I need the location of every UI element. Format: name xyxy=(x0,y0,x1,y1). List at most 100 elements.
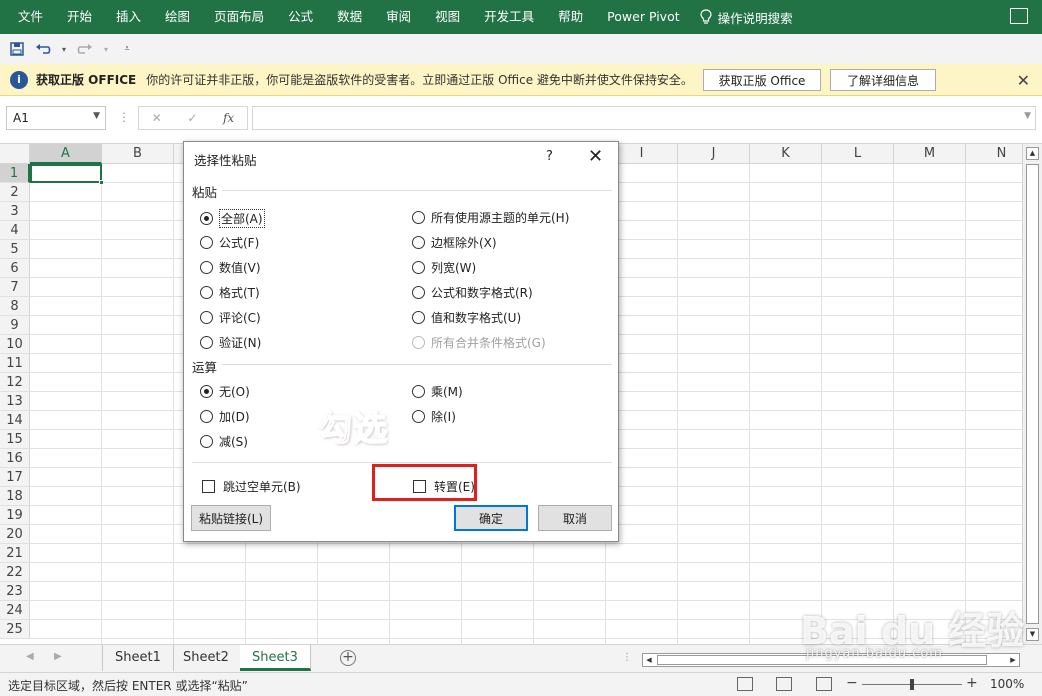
active-cell[interactable] xyxy=(30,164,104,185)
paste-link-button[interactable]: 粘贴链接(L) xyxy=(191,505,271,531)
menu-developer[interactable]: 开发工具 xyxy=(472,0,546,34)
scroll-left-icon[interactable]: ◀ xyxy=(643,654,655,666)
insert-function-icon[interactable]: fx xyxy=(223,111,234,125)
row-header[interactable]: 12 xyxy=(0,373,30,392)
ok-button[interactable]: 确定 xyxy=(454,505,528,531)
row-header[interactable]: 23 xyxy=(0,582,30,601)
redo-dropdown-icon[interactable]: ▾ xyxy=(102,40,110,58)
scroll-right-icon[interactable]: ▶ xyxy=(1007,654,1019,666)
row-header[interactable]: 9 xyxy=(0,316,30,335)
undo-dropdown-icon[interactable]: ▾ xyxy=(60,40,68,58)
learn-more-button[interactable]: 了解详细信息 xyxy=(830,69,936,91)
add-sheet-icon[interactable]: + xyxy=(340,650,356,666)
undo-icon[interactable] xyxy=(34,40,52,58)
row-header[interactable]: 20 xyxy=(0,525,30,544)
save-icon[interactable] xyxy=(8,40,26,58)
row-header[interactable]: 2 xyxy=(0,183,30,202)
radio[interactable] xyxy=(412,236,425,249)
row-header[interactable]: 6 xyxy=(0,259,30,278)
expand-formula-bar-icon[interactable]: ▼ xyxy=(1024,111,1031,121)
formula-input[interactable]: ▼ xyxy=(252,106,1036,130)
tab-scroll-left-icon[interactable]: ◀ xyxy=(26,651,34,662)
paste-option-formats[interactable]: 格式(T) xyxy=(200,284,260,301)
paste-option-comments[interactable]: 评论(C) xyxy=(200,309,261,326)
radio-selected[interactable] xyxy=(200,212,213,225)
menu-power-pivot[interactable]: Power Pivot xyxy=(595,0,691,34)
operation-none[interactable]: 无(O) xyxy=(200,383,250,400)
formula-bar-splitter-icon[interactable]: ⋮ xyxy=(118,110,130,124)
row-header[interactable]: 3 xyxy=(0,202,30,221)
paste-option-column-widths[interactable]: 列宽(W) xyxy=(412,259,476,276)
lightbulb-icon[interactable] xyxy=(700,9,712,25)
tab-sheet2[interactable]: Sheet2 xyxy=(171,645,242,671)
radio[interactable] xyxy=(412,410,425,423)
menu-data[interactable]: 数据 xyxy=(325,0,374,34)
paste-option-source-theme[interactable]: 所有使用源主题的单元(H) xyxy=(412,209,569,226)
skip-blanks-checkbox[interactable]: 跳过空单元(B) xyxy=(202,478,301,495)
row-header[interactable]: 14 xyxy=(0,411,30,430)
vertical-scrollbar[interactable]: ▲ ▼ xyxy=(1022,144,1042,644)
normal-view-icon[interactable] xyxy=(737,677,753,691)
zoom-in-icon[interactable]: + xyxy=(966,675,978,691)
row-header[interactable]: 16 xyxy=(0,449,30,468)
radio[interactable] xyxy=(412,385,425,398)
paste-option-validation[interactable]: 验证(N) xyxy=(200,334,261,351)
row-header[interactable]: 8 xyxy=(0,297,30,316)
tab-split-handle-icon[interactable]: ⋮ xyxy=(622,652,632,663)
radio-selected[interactable] xyxy=(200,385,213,398)
radio[interactable] xyxy=(200,435,213,448)
zoom-level[interactable]: 100% xyxy=(990,677,1024,691)
row-header[interactable]: 18 xyxy=(0,487,30,506)
menu-help[interactable]: 帮助 xyxy=(546,0,595,34)
column-header[interactable]: B xyxy=(102,144,174,164)
close-icon[interactable]: ✕ xyxy=(588,146,603,167)
zoom-out-icon[interactable]: − xyxy=(846,675,858,691)
column-header[interactable]: K xyxy=(750,144,822,164)
tab-scroll-right-icon[interactable]: ▶ xyxy=(54,651,62,662)
menu-formulas[interactable]: 公式 xyxy=(276,0,325,34)
tab-sheet3[interactable]: Sheet3 xyxy=(240,645,311,671)
paste-option-no-borders[interactable]: 边框除外(X) xyxy=(412,234,497,251)
row-header[interactable]: 15 xyxy=(0,430,30,449)
operation-multiply[interactable]: 乘(M) xyxy=(412,383,463,400)
get-genuine-office-button[interactable]: 获取正版 Office xyxy=(703,69,821,91)
comment-icon[interactable] xyxy=(1010,8,1028,24)
select-all-corner[interactable] xyxy=(0,144,30,164)
cancel-entry-icon[interactable]: ✕ xyxy=(152,111,162,125)
customize-toolbar-icon[interactable]: ⩡ xyxy=(118,40,136,58)
fill-handle[interactable] xyxy=(99,180,104,185)
row-header[interactable]: 19 xyxy=(0,506,30,525)
confirm-entry-icon[interactable]: ✓ xyxy=(187,111,197,125)
column-header[interactable]: L xyxy=(822,144,894,164)
radio[interactable] xyxy=(412,211,425,224)
radio[interactable] xyxy=(200,261,213,274)
row-header[interactable]: 21 xyxy=(0,544,30,563)
help-icon[interactable]: ? xyxy=(546,149,553,164)
paste-option-values[interactable]: 数值(V) xyxy=(200,259,261,276)
column-header[interactable]: A xyxy=(30,144,102,164)
radio[interactable] xyxy=(412,311,425,324)
tell-me-search[interactable]: 操作说明搜索 xyxy=(712,8,793,27)
radio[interactable] xyxy=(200,336,213,349)
menu-page-layout[interactable]: 页面布局 xyxy=(202,0,276,34)
row-header[interactable]: 4 xyxy=(0,221,30,240)
page-break-preview-icon[interactable] xyxy=(816,677,832,691)
name-box[interactable]: A1 ▼ xyxy=(6,106,106,130)
menu-file[interactable]: 文件 xyxy=(0,0,55,34)
radio[interactable] xyxy=(200,286,213,299)
menu-review[interactable]: 审阅 xyxy=(374,0,423,34)
row-header[interactable]: 7 xyxy=(0,278,30,297)
cancel-button[interactable]: 取消 xyxy=(538,505,612,531)
checkbox[interactable] xyxy=(202,480,215,493)
column-header[interactable]: M xyxy=(894,144,966,164)
scroll-down-icon[interactable]: ▼ xyxy=(1026,628,1039,641)
column-header[interactable]: J xyxy=(678,144,750,164)
row-header[interactable]: 13 xyxy=(0,392,30,411)
row-header[interactable]: 10 xyxy=(0,335,30,354)
operation-subtract[interactable]: 减(S) xyxy=(200,433,248,450)
zoom-slider-thumb[interactable] xyxy=(910,679,914,690)
operation-divide[interactable]: 除(I) xyxy=(412,408,456,425)
radio[interactable] xyxy=(200,410,213,423)
close-icon[interactable]: ✕ xyxy=(1017,71,1030,90)
row-header[interactable]: 1 xyxy=(0,164,30,183)
